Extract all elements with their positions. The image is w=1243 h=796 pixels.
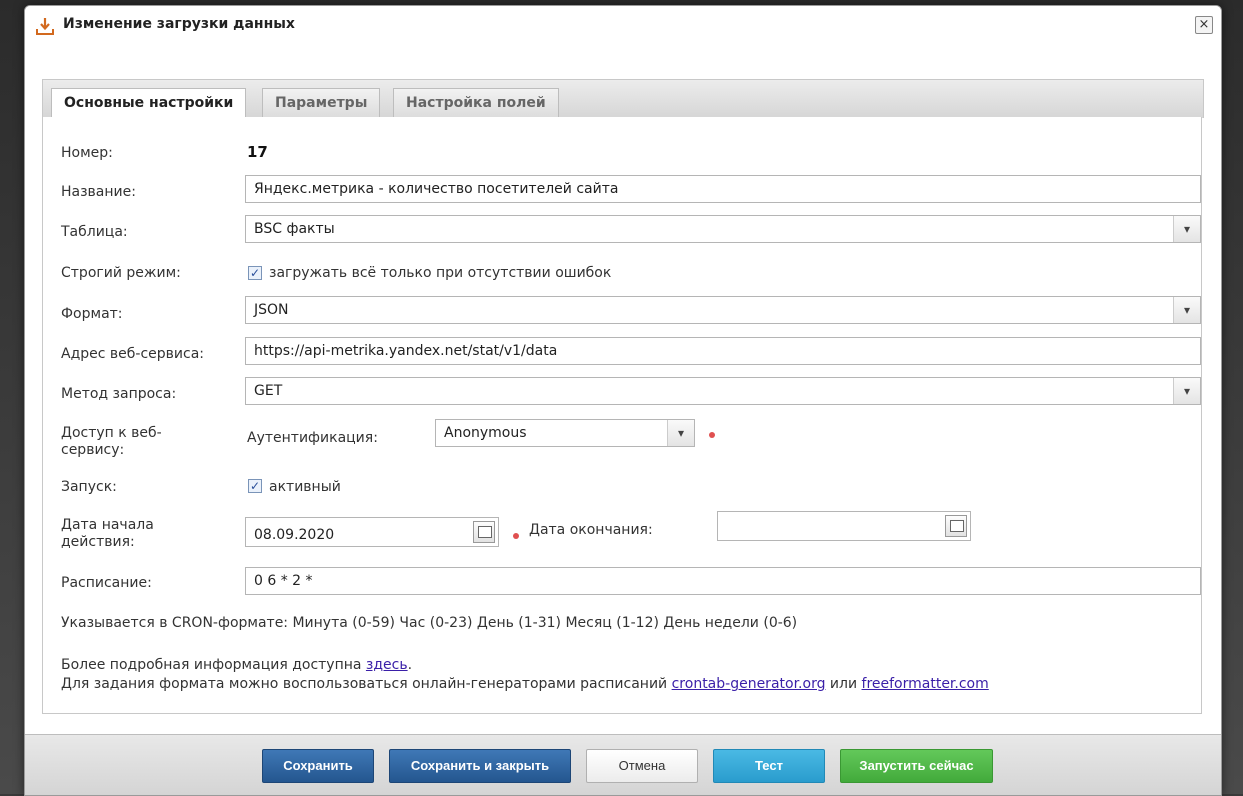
save-and-close-button[interactable]: Сохранить и закрыть <box>389 749 571 783</box>
strict-mode-text: загружать всё только при отсутствии ошиб… <box>269 265 612 281</box>
chevron-down-icon[interactable]: ▾ <box>667 420 694 446</box>
format-select[interactable]: JSON ▾ <box>245 296 1201 324</box>
name-label: Название: <box>61 184 136 200</box>
auth-select[interactable]: Anonymous ▾ <box>435 419 695 447</box>
url-input[interactable]: https://api-metrika.yandex.net/stat/v1/d… <box>245 337 1201 365</box>
end-date-label: Дата окончания: <box>529 522 653 538</box>
auth-label: Аутентификация: <box>247 430 378 446</box>
start-date-label: Дата начала действия: <box>61 517 154 550</box>
run-now-button[interactable]: Запустить сейчас <box>840 749 993 783</box>
run-active-text: активный <box>269 479 341 495</box>
run-label: Запуск: <box>61 479 117 495</box>
chevron-down-icon[interactable]: ▾ <box>1173 378 1200 404</box>
method-select[interactable]: GET ▾ <box>245 377 1201 405</box>
generator-prefix: Для задания формата можно воспользоватьс… <box>61 676 672 692</box>
crontab-generator-link[interactable]: crontab-generator.org <box>672 676 826 692</box>
info-prefix: Более подробная информация доступна <box>61 657 366 673</box>
access-label: Доступ к веб-сервису: <box>61 425 162 458</box>
method-label: Метод запроса: <box>61 386 177 402</box>
dialog-footer: Сохранить Сохранить и закрыть Отмена Тес… <box>25 734 1221 795</box>
table-label: Таблица: <box>61 224 128 240</box>
number-label: Номер: <box>61 145 113 161</box>
name-input[interactable]: Яндекс.метрика - количество посетителей … <box>245 175 1201 203</box>
start-date-input[interactable]: 08.09.2020 <box>245 517 499 547</box>
dialog-titlebar: Изменение загрузки данных × <box>25 6 1221 44</box>
table-select[interactable]: BSC факты ▾ <box>245 215 1201 243</box>
strict-mode-label: Строгий режим: <box>61 265 181 281</box>
required-indicator <box>709 432 715 438</box>
schedule-input[interactable]: 0 6 * 2 * <box>245 567 1201 595</box>
close-icon[interactable]: × <box>1195 16 1213 34</box>
info-line: Более подробная информация доступна здес… <box>61 657 412 674</box>
save-button[interactable]: Сохранить <box>262 749 374 783</box>
url-label: Адрес веб-сервиса: <box>61 346 204 362</box>
download-icon <box>36 18 54 35</box>
info-suffix: . <box>407 657 413 673</box>
calendar-icon[interactable] <box>473 521 495 543</box>
strict-mode-checkbox[interactable]: ✓ <box>248 266 262 280</box>
edit-data-load-dialog: Изменение загрузки данных × Основные нас… <box>24 5 1222 796</box>
calendar-icon[interactable] <box>945 515 967 537</box>
end-date-input[interactable] <box>717 511 971 541</box>
run-active-checkbox[interactable]: ✓ <box>248 479 262 493</box>
cron-hint: Указывается в CRON-формате: Минута (0-59… <box>61 615 798 631</box>
schedule-label: Расписание: <box>61 575 152 591</box>
chevron-down-icon[interactable]: ▾ <box>1173 216 1200 242</box>
freeformatter-link[interactable]: freeformatter.com <box>862 676 989 692</box>
generator-line: Для задания формата можно воспользоватьс… <box>61 676 989 693</box>
info-link[interactable]: здесь <box>366 657 408 673</box>
tab-field-settings[interactable]: Настройка полей <box>393 88 559 118</box>
method-select-value: GET <box>254 383 283 399</box>
format-select-value: JSON <box>254 302 289 318</box>
format-label: Формат: <box>61 306 123 322</box>
number-value: 17 <box>247 143 268 161</box>
tab-parameters[interactable]: Параметры <box>262 88 381 118</box>
required-indicator <box>513 533 519 539</box>
table-select-value: BSC факты <box>254 221 335 237</box>
generator-or: или <box>825 676 862 692</box>
settings-panel: Номер: 17 Название: Яндекс.метрика - кол… <box>42 117 1202 714</box>
dialog-title: Изменение загрузки данных <box>63 16 295 32</box>
cancel-button[interactable]: Отмена <box>586 749 698 783</box>
tab-strip: Основные настройки Параметры Настройка п… <box>42 79 1204 119</box>
chevron-down-icon[interactable]: ▾ <box>1173 297 1200 323</box>
auth-select-value: Anonymous <box>444 425 527 441</box>
tab-main-settings[interactable]: Основные настройки <box>51 88 247 119</box>
test-button[interactable]: Тест <box>713 749 825 783</box>
